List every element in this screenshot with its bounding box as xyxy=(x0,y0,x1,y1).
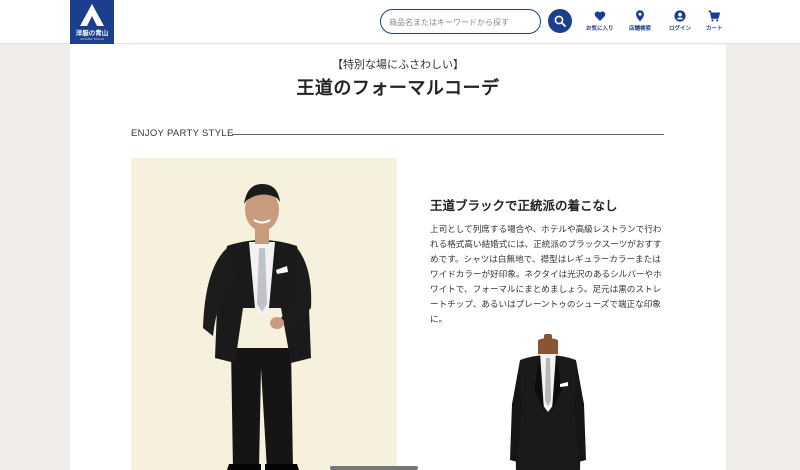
search-box xyxy=(380,9,541,34)
nav-favorites[interactable]: お気に入り xyxy=(586,10,614,36)
search-icon xyxy=(554,15,566,27)
logo-text: 洋服の青山 xyxy=(75,29,109,37)
suit-mannequin-photo xyxy=(508,334,588,470)
section-description: 上司として列席する場合や、ホテルや高級レストランで行われる格式高い結婚式には、正… xyxy=(430,225,662,325)
search-input[interactable] xyxy=(389,11,539,34)
nav-favorites-label: お気に入り xyxy=(586,26,614,32)
cart-icon xyxy=(708,10,721,22)
model-photo xyxy=(131,158,397,470)
nav-cart[interactable]: カート xyxy=(706,10,723,36)
model-in-black-suit-image xyxy=(203,184,312,470)
nav-login[interactable]: ログイン xyxy=(669,10,691,36)
heart-icon xyxy=(594,11,606,21)
page-title: 王道のフォーマルコーデ xyxy=(296,78,500,99)
logo-subtext: AOYAMA TAILOR xyxy=(80,37,104,41)
map-pin-icon xyxy=(636,10,644,22)
nav-login-label: ログイン xyxy=(669,26,692,32)
section-label: ENJOY PARTY STYLE xyxy=(131,128,234,139)
nav-cart-label: カート xyxy=(706,26,723,32)
logo-mountain-icon xyxy=(80,4,104,26)
site-logo[interactable]: 洋服の青山 AOYAMA TAILOR xyxy=(70,0,114,44)
carousel-scrollbar[interactable] xyxy=(330,466,418,470)
user-icon xyxy=(674,10,686,22)
mannequin-black-suit-image xyxy=(510,334,586,470)
search-button[interactable] xyxy=(548,9,572,33)
page-eyebrow: 【特別な場にふさわしい】 xyxy=(332,58,464,71)
section-subtitle: 王道ブラックで正統派の着こなし xyxy=(430,198,618,213)
section-divider xyxy=(232,134,664,135)
nav-store-search-label: 店舗検索 xyxy=(629,26,652,32)
main-content: 【特別な場にふさわしい】 王道のフォーマルコーデ ENJOY PARTY STY… xyxy=(70,44,726,470)
site-header: 洋服の青山 AOYAMA TAILOR お気に入り 店舗検索 ログイン xyxy=(0,0,800,44)
nav-store-search[interactable]: 店舗検索 xyxy=(629,10,651,36)
